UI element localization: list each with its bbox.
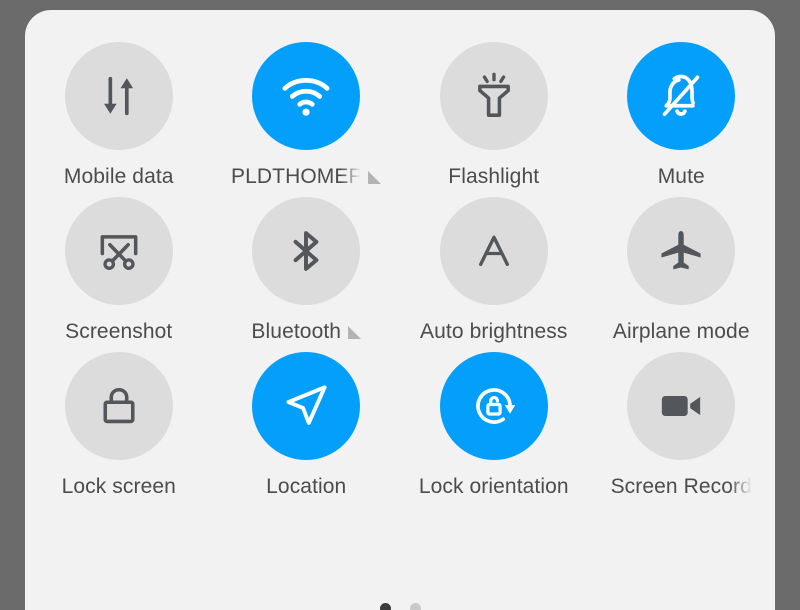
bluetooth-icon: [281, 226, 331, 276]
quick-tile-auto-brightness-button[interactable]: [439, 197, 548, 305]
quick-tile-label: PLDTHOMEF: [231, 165, 362, 188]
wifi-icon: [279, 69, 333, 123]
quick-tile-flashlight[interactable]: Flashlight: [400, 42, 588, 189]
quick-tile-label: Screenshot: [65, 320, 173, 343]
quick-tile-airplane-mode-button[interactable]: [627, 197, 736, 305]
expand-arrow-icon[interactable]: [348, 325, 362, 339]
quick-tile-location-button[interactable]: [252, 352, 361, 460]
quick-tile-screenshot[interactable]: Screenshot: [25, 197, 213, 344]
quick-tile-airplane-mode[interactable]: Airplane mode: [588, 197, 776, 344]
bell-off-icon: [655, 70, 707, 122]
quick-tile-label: Screen Record: [610, 475, 752, 498]
quick-tile-wifi-label-row: PLDTHOMEF: [217, 165, 395, 189]
quick-tile-label: Airplane mode: [612, 320, 750, 343]
video-camera-icon: [656, 381, 706, 431]
mobile-data-icon: [93, 70, 145, 122]
page-dot-1[interactable]: [379, 603, 391, 610]
quick-tile-screenshot-label-row: Screenshot: [30, 320, 208, 344]
quick-tile-mute-button[interactable]: [627, 42, 736, 150]
lock-rotation-icon: [468, 380, 520, 432]
page-dot-2[interactable]: [409, 603, 421, 610]
flashlight-icon: [469, 71, 519, 121]
auto-brightness-icon: [469, 226, 519, 276]
quick-tile-mute[interactable]: Mute: [588, 42, 776, 189]
quick-tile-mute-label-row: Mute: [592, 165, 770, 189]
quick-tile-mobile-data-label-row: Mobile data: [30, 165, 208, 189]
location-arrow-icon: [280, 380, 332, 432]
quick-tile-wifi[interactable]: PLDTHOMEF: [213, 42, 401, 189]
quick-settings-tile-grid: Mobile data PLDTHOMEF Flashlight Mute Sc…: [25, 10, 775, 499]
quick-tile-mobile-data-button[interactable]: [64, 42, 173, 150]
quick-tile-lock-screen[interactable]: Lock screen: [25, 352, 213, 499]
lock-icon: [94, 381, 144, 431]
quick-tile-label: Lock orientation: [418, 475, 569, 498]
quick-tile-bluetooth-label-row: Bluetooth: [217, 320, 395, 344]
quick-tile-lock-orientation-button[interactable]: [439, 352, 548, 460]
quick-tile-label: Mute: [657, 165, 705, 188]
airplane-icon: [656, 226, 706, 276]
quick-tile-auto-brightness-label-row: Auto brightness: [405, 320, 583, 344]
quick-tile-lock-screen-button[interactable]: [64, 352, 173, 460]
page-indicator: [25, 603, 775, 610]
quick-tile-flashlight-label-row: Flashlight: [405, 165, 583, 189]
quick-tile-lock-screen-label-row: Lock screen: [30, 475, 208, 499]
quick-tile-wifi-button[interactable]: [252, 42, 361, 150]
quick-tile-screen-record-button[interactable]: [627, 352, 736, 460]
quick-tile-label: Location: [266, 475, 347, 498]
quick-tile-label: Bluetooth: [251, 320, 342, 343]
quick-tile-lock-orientation-label-row: Lock orientation: [405, 475, 583, 499]
quick-tile-screen-record[interactable]: Screen Record: [588, 352, 776, 499]
quick-tile-screen-record-label-row: Screen Record: [592, 475, 770, 499]
quick-tile-mobile-data[interactable]: Mobile data: [25, 42, 213, 189]
quick-tile-bluetooth-button[interactable]: [252, 197, 361, 305]
expand-arrow-icon[interactable]: [368, 170, 382, 184]
quick-tile-flashlight-button[interactable]: [439, 42, 548, 150]
quick-tile-label: Lock screen: [61, 475, 176, 498]
quick-tile-location-label-row: Location: [217, 475, 395, 499]
quick-settings-panel: Mobile data PLDTHOMEF Flashlight Mute Sc…: [25, 10, 775, 610]
quick-tile-label: Flashlight: [448, 165, 540, 188]
quick-tile-label: Mobile data: [63, 165, 174, 188]
quick-tile-location[interactable]: Location: [213, 352, 401, 499]
quick-tile-label: Auto brightness: [420, 320, 568, 343]
quick-tile-auto-brightness[interactable]: Auto brightness: [400, 197, 588, 344]
screenshot-icon: [94, 226, 144, 276]
quick-tile-screenshot-button[interactable]: [64, 197, 173, 305]
quick-tile-airplane-mode-label-row: Airplane mode: [592, 320, 770, 344]
quick-tile-bluetooth[interactable]: Bluetooth: [213, 197, 401, 344]
quick-tile-lock-orientation[interactable]: Lock orientation: [400, 352, 588, 499]
